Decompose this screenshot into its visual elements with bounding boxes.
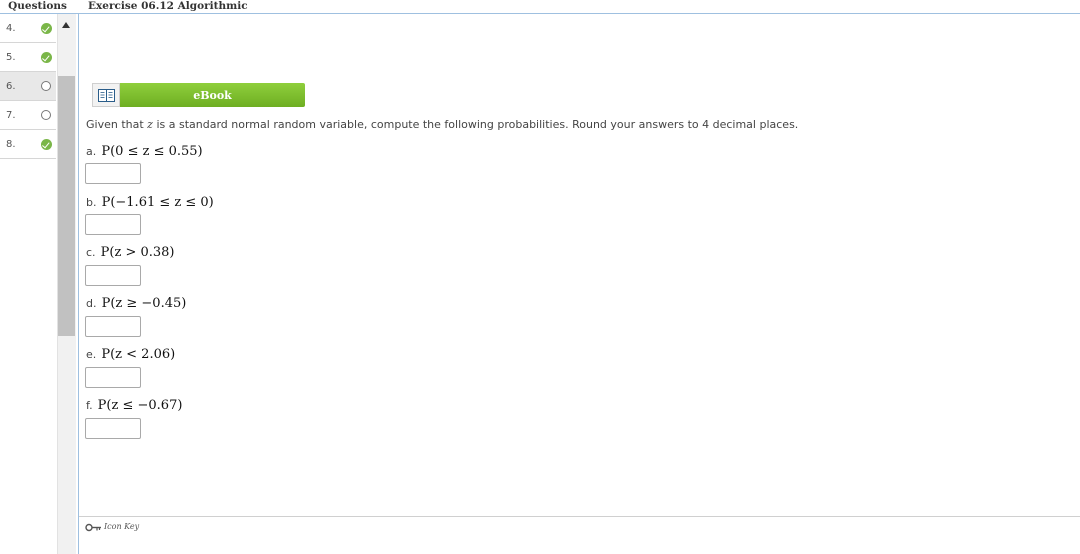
part-a: a. P(0 ≤ z ≤ 0.55) xyxy=(86,141,203,160)
check-icon xyxy=(41,23,52,34)
part-expression: P(z > 0.38) xyxy=(100,245,175,260)
question-item-5[interactable]: 5. xyxy=(0,43,56,72)
part-c: c. P(z > 0.38) xyxy=(86,242,174,261)
instructions-text: Given that xyxy=(86,118,148,131)
answer-input-f[interactable] xyxy=(85,418,141,439)
part-d: d. P(z ≥ −0.45) xyxy=(86,293,186,312)
instructions-text: is a standard normal random variable, co… xyxy=(152,118,799,131)
check-icon xyxy=(41,139,52,150)
part-label: b. xyxy=(86,196,97,209)
scroll-up-arrow-icon[interactable] xyxy=(62,22,70,28)
answer-input-b[interactable] xyxy=(85,214,141,235)
part-label: f. xyxy=(86,399,93,412)
part-b: b. P(−1.61 ≤ z ≤ 0) xyxy=(86,192,214,211)
icon-key-label[interactable]: Icon Key xyxy=(104,522,139,531)
answer-input-a[interactable] xyxy=(85,163,141,184)
scrollbar-thumb[interactable] xyxy=(58,76,75,336)
part-expression: P(z < 2.06) xyxy=(101,347,176,362)
question-number: 7. xyxy=(6,110,16,121)
question-item-8[interactable]: 8. xyxy=(0,130,56,159)
question-number: 6. xyxy=(6,81,16,92)
answer-input-d[interactable] xyxy=(85,316,141,337)
part-expression: P(−1.61 ≤ z ≤ 0) xyxy=(101,195,214,210)
question-item-6[interactable]: 6. xyxy=(0,72,56,101)
question-number: 4. xyxy=(6,23,16,34)
check-icon xyxy=(41,52,52,63)
question-number: 8. xyxy=(6,139,16,150)
part-label: d. xyxy=(86,297,97,310)
header-divider xyxy=(0,13,1080,14)
ebook-link[interactable]: eBook xyxy=(92,83,305,107)
part-expression: P(z ≤ −0.67) xyxy=(97,398,183,413)
ebook-button[interactable]: eBook xyxy=(120,83,305,107)
question-instructions: Given that z is a standard normal random… xyxy=(86,118,798,131)
part-expression: P(0 ≤ z ≤ 0.55) xyxy=(101,144,203,159)
part-label: c. xyxy=(86,246,96,259)
question-item-7[interactable]: 7. xyxy=(0,101,56,130)
answer-input-e[interactable] xyxy=(85,367,141,388)
book-icon xyxy=(98,89,115,102)
part-label: a. xyxy=(86,145,97,158)
exercise-title: Exercise 06.12 Algorithmic xyxy=(88,0,248,12)
ebook-icon-box[interactable] xyxy=(92,83,120,107)
part-label: e. xyxy=(86,348,97,361)
content-divider xyxy=(78,14,79,554)
empty-circle-icon xyxy=(41,81,51,91)
question-item-4[interactable]: 4. xyxy=(0,14,56,43)
questions-header: Questions xyxy=(8,0,67,12)
part-expression: P(z ≥ −0.45) xyxy=(101,296,187,311)
part-e: e. P(z < 2.06) xyxy=(86,344,175,363)
question-number: 5. xyxy=(6,52,16,63)
part-f: f. P(z ≤ −0.67) xyxy=(86,395,182,414)
key-icon xyxy=(85,523,101,532)
answer-input-c[interactable] xyxy=(85,265,141,286)
footer-divider xyxy=(79,516,1080,517)
empty-circle-icon xyxy=(41,110,51,120)
